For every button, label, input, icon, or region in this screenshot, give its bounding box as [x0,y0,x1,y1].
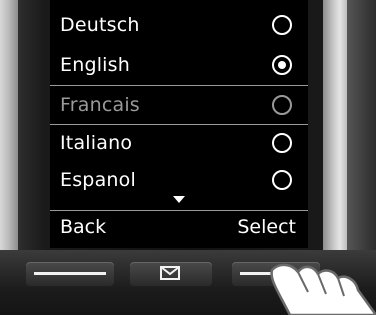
phone-handset: Deutsch English Francais Italiano Espano… [0,0,376,315]
language-label: Francais [60,94,140,116]
language-label: Italiano [60,132,133,154]
radio-button-icon[interactable] [272,95,292,115]
radio-button-icon[interactable] [272,133,292,153]
select-softkey[interactable]: Select [237,216,296,238]
left-softkey-button[interactable] [26,262,114,286]
phone-display: Deutsch English Francais Italiano Espano… [50,0,308,248]
envelope-icon [160,266,180,280]
finger-pointer-icon [270,263,376,315]
language-label: English [60,54,131,76]
phone-chrome-right [323,0,347,250]
softkey-divider [50,210,308,211]
language-option-deutsch[interactable]: Deutsch [50,6,308,45]
message-key-button[interactable] [130,262,212,286]
scroll-down-arrow-icon [173,196,185,203]
language-label: Espanol [60,169,136,191]
language-option-italiano[interactable]: Italiano [50,124,308,163]
back-softkey[interactable]: Back [60,216,106,238]
language-label: Deutsch [60,14,140,36]
language-option-francais[interactable]: Francais [50,85,308,125]
radio-button-icon[interactable] [272,15,292,35]
language-option-espanol[interactable]: Espanol [50,161,308,200]
language-option-english[interactable]: English [50,46,308,85]
radio-dot [278,61,286,69]
radio-button-icon[interactable] [272,170,292,190]
radio-button-icon[interactable] [272,55,292,75]
phone-bezel-right [347,0,376,250]
softkey-bar [34,272,106,275]
phone-chrome-left [0,0,18,250]
